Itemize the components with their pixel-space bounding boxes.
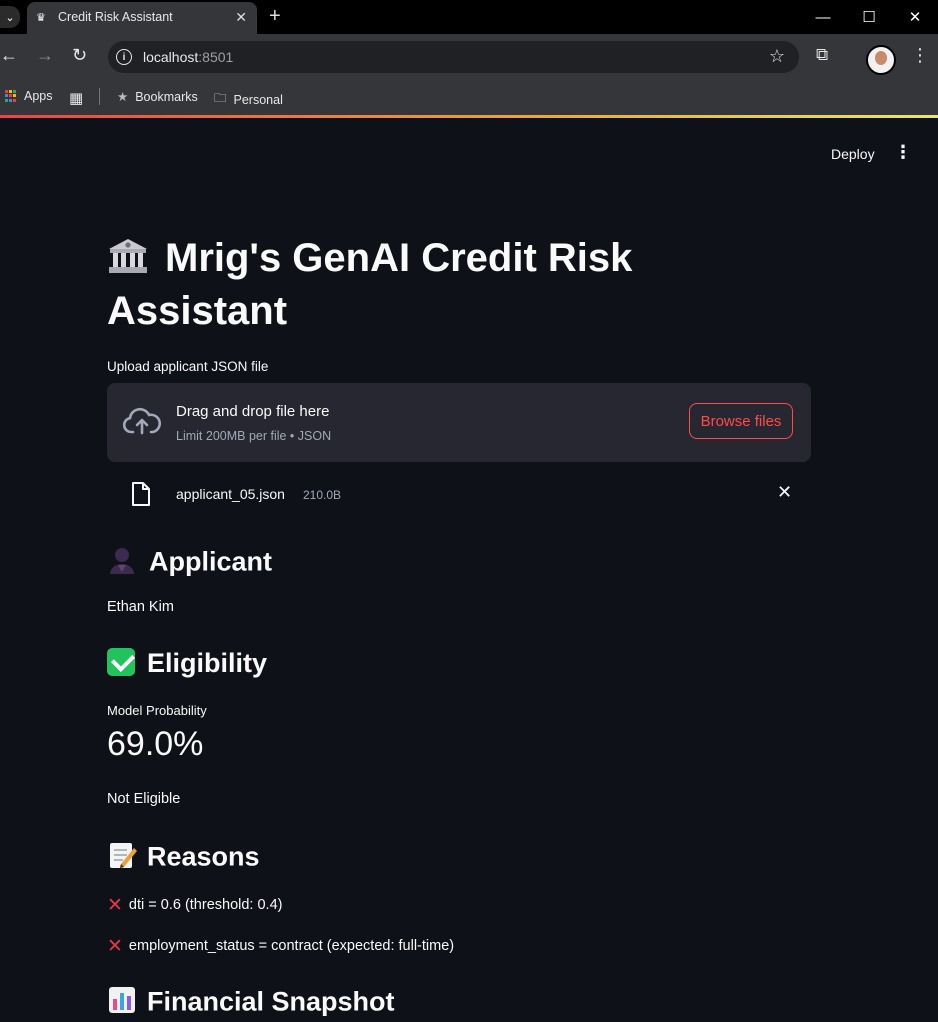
bookmark-separator — [99, 88, 100, 105]
bookmarks-bar: Apps ▦ ★ Bookmarks 🗀 Personal — [0, 79, 938, 115]
applicant-name: Ethan Kim — [107, 599, 174, 615]
check-mark-icon — [107, 648, 135, 676]
tab-search-button[interactable]: ⌄ — [0, 6, 20, 28]
file-icon — [131, 481, 151, 512]
applicant-heading: Applicant — [107, 545, 272, 582]
url-text: localhost:8501 — [143, 49, 234, 65]
file-dropzone[interactable]: Drag and drop file here Limit 200MB per … — [107, 383, 811, 462]
dropzone-limit-text: Limit 200MB per file • JSON — [176, 429, 332, 443]
back-arrow-icon[interactable]: ← — [0, 45, 18, 66]
cross-mark-icon: ✕ — [107, 936, 123, 957]
reason-item: ✕ dti = 0.6 (threshold: 0.4) — [107, 895, 283, 916]
reason-item: ✕ employment_status = contract (expected:… — [107, 936, 455, 957]
folder-icon: 🗀 — [214, 91, 227, 105]
app-header: Deploy ⋮ — [0, 118, 938, 178]
uploader-label: Upload applicant JSON file — [107, 359, 269, 374]
metric-value: 69.0% — [107, 725, 204, 763]
browser-toolbar: ← → ↻ i localhost:8501 ☆ ⧉ ⋮ — [0, 34, 938, 79]
bank-icon — [107, 235, 149, 273]
site-info-icon[interactable]: i — [116, 49, 132, 65]
bookmark-bookmarks[interactable]: ★ Bookmarks — [117, 89, 198, 105]
metric-label: Model Probability — [107, 703, 207, 718]
reload-icon[interactable]: ↻ — [72, 45, 87, 66]
bookmark-personal[interactable]: 🗀 Personal — [214, 89, 283, 110]
apps-grid-icon — [5, 90, 17, 102]
memo-icon — [107, 840, 137, 877]
page-title: Mrig's GenAI Credit Risk Assistant — [107, 235, 633, 333]
tab-title: Credit Risk Assistant — [58, 10, 173, 24]
financial-snapshot-heading: Financial Snapshot — [107, 985, 395, 1022]
new-tab-button[interactable]: + — [269, 5, 281, 28]
tab-close-icon[interactable]: ✕ — [235, 9, 247, 26]
uploaded-file-name: applicant_05.json — [176, 486, 285, 502]
browse-files-button[interactable]: Browse files — [689, 403, 793, 439]
eligibility-status: Not Eligible — [107, 791, 181, 807]
uploaded-file-size: 210.0B — [303, 488, 342, 502]
person-icon — [107, 545, 137, 582]
cloud-upload-icon — [122, 406, 162, 441]
minimize-button[interactable]: — — [800, 0, 846, 34]
bookmark-apps[interactable]: Apps — [5, 89, 53, 103]
profile-avatar[interactable] — [866, 45, 896, 75]
address-bar[interactable]: i localhost:8501 ☆ — [108, 41, 799, 73]
reasons-heading: Reasons — [107, 840, 260, 877]
browser-tab[interactable]: ♛ Credit Risk Assistant ✕ — [27, 2, 257, 34]
remove-file-icon[interactable]: ✕ — [777, 482, 792, 503]
star-icon: ★ — [117, 90, 129, 104]
main-menu-icon[interactable]: ⋮ — [894, 142, 912, 163]
maximize-button[interactable]: ☐ — [846, 0, 892, 34]
tab-groups-icon[interactable]: ▦ — [69, 89, 83, 107]
browser-tab-bar: ⌄ ♛ Credit Risk Assistant ✕ + — ☐ ✕ — [0, 0, 938, 34]
streamlit-favicon-icon: ♛ — [36, 12, 46, 24]
dropzone-title: Drag and drop file here — [176, 403, 330, 420]
browser-menu-icon[interactable]: ⋮ — [911, 45, 929, 66]
bookmark-star-icon[interactable]: ☆ — [769, 46, 785, 67]
extensions-puzzle-icon[interactable]: ⧉ — [816, 45, 828, 65]
eligibility-heading: Eligibility — [107, 648, 267, 679]
deploy-button[interactable]: Deploy — [831, 146, 875, 162]
cross-mark-icon: ✕ — [107, 895, 123, 916]
forward-arrow-icon[interactable]: → — [36, 45, 54, 66]
bar-chart-icon — [107, 985, 137, 1022]
close-window-button[interactable]: ✕ — [892, 0, 938, 34]
uploaded-file-row: applicant_05.json 210.0B ✕ — [107, 477, 811, 513]
